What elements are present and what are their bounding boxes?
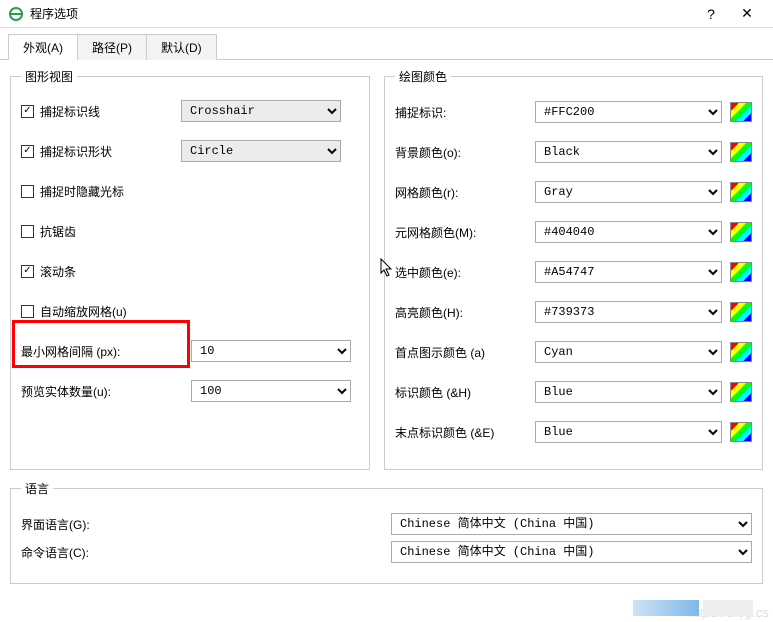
app-icon bbox=[8, 6, 24, 22]
close-button[interactable]: ✕ bbox=[729, 5, 765, 22]
end-marker-color-label: 末点标识颜色 (&E) bbox=[395, 424, 535, 441]
highlight-color-select[interactable]: #739373 bbox=[535, 301, 722, 323]
scrollbar-checkbox[interactable] bbox=[21, 265, 34, 278]
tab-defaults[interactable]: 默认(D) bbox=[146, 34, 217, 60]
grid-color-swatch[interactable] bbox=[730, 182, 752, 202]
snap-marker-label: 捕捉标识: bbox=[395, 104, 535, 121]
snap-marker-select[interactable]: #FFC200 bbox=[535, 101, 722, 123]
marker-color-label: 标识颜色 (&H) bbox=[395, 384, 535, 401]
end-marker-color-select[interactable]: Blue bbox=[535, 421, 722, 443]
bottom-bar bbox=[633, 600, 753, 616]
meta-grid-color-swatch[interactable] bbox=[730, 222, 752, 242]
graphics-view-group: 图形视图 捕捉标识线 Crosshair 捕捉标识形状 Circle 捕捉时隐藏… bbox=[10, 68, 370, 470]
ui-language-label: 界面语言(G): bbox=[21, 516, 391, 533]
autoscale-grid-label: 自动缩放网格(u) bbox=[40, 303, 127, 320]
snap-marker-swatch[interactable] bbox=[730, 102, 752, 122]
cmd-language-label: 命令语言(C): bbox=[21, 544, 391, 561]
draw-colors-legend: 绘图颜色 bbox=[395, 68, 451, 85]
bg-color-label: 背景颜色(o): bbox=[395, 144, 535, 161]
start-point-color-select[interactable]: Cyan bbox=[535, 341, 722, 363]
grid-color-label: 网格颜色(r): bbox=[395, 184, 535, 201]
antialias-label: 抗锯齿 bbox=[40, 223, 76, 240]
tab-bar: 外观(A) 路径(P) 默认(D) bbox=[8, 34, 773, 60]
scrollbar-label: 滚动条 bbox=[40, 263, 76, 280]
cursor-icon bbox=[380, 258, 396, 278]
bg-color-select[interactable]: Black bbox=[535, 141, 722, 163]
tab-paths[interactable]: 路径(P) bbox=[77, 34, 147, 60]
start-point-color-label: 首点图示颜色 (a) bbox=[395, 344, 535, 361]
help-button[interactable]: ? bbox=[693, 6, 729, 22]
meta-grid-color-select[interactable]: #404040 bbox=[535, 221, 722, 243]
selected-color-swatch[interactable] bbox=[730, 262, 752, 282]
cmd-language-select[interactable]: Chinese 简体中文 (China 中国) bbox=[391, 541, 752, 563]
window-title: 程序选项 bbox=[30, 5, 693, 22]
language-group: 语言 界面语言(G): Chinese 简体中文 (China 中国) 命令语言… bbox=[10, 480, 763, 584]
preview-count-label: 预览实体数量(u): bbox=[21, 383, 191, 400]
tab-appearance[interactable]: 外观(A) bbox=[8, 34, 78, 60]
end-marker-color-swatch[interactable] bbox=[730, 422, 752, 442]
snap-shape-select[interactable]: Circle bbox=[181, 140, 341, 162]
preview-count-select[interactable]: 100 bbox=[191, 380, 351, 402]
antialias-checkbox[interactable] bbox=[21, 225, 34, 238]
snap-shape-checkbox[interactable] bbox=[21, 145, 34, 158]
autoscale-grid-checkbox[interactable] bbox=[21, 305, 34, 318]
marker-color-select[interactable]: Blue bbox=[535, 381, 722, 403]
selected-color-label: 选中颜色(e): bbox=[395, 264, 535, 281]
hide-cursor-checkbox[interactable] bbox=[21, 185, 34, 198]
grid-color-select[interactable]: Gray bbox=[535, 181, 722, 203]
graphics-view-legend: 图形视图 bbox=[21, 68, 77, 85]
hide-cursor-label: 捕捉时隐藏光标 bbox=[40, 183, 124, 200]
snap-line-label: 捕捉标识线 bbox=[40, 103, 100, 120]
language-legend: 语言 bbox=[21, 480, 53, 497]
min-grid-select[interactable]: 10 bbox=[191, 340, 351, 362]
highlight-color-swatch[interactable] bbox=[730, 302, 752, 322]
snap-line-select[interactable]: Crosshair bbox=[181, 100, 341, 122]
bg-color-swatch[interactable] bbox=[730, 142, 752, 162]
highlight-color-label: 高亮颜色(H): bbox=[395, 304, 535, 321]
draw-colors-group: 绘图颜色 捕捉标识:#FFC200 背景颜色(o):Black 网格颜色(r):… bbox=[384, 68, 763, 470]
meta-grid-color-label: 元网格颜色(M): bbox=[395, 224, 535, 241]
marker-color-swatch[interactable] bbox=[730, 382, 752, 402]
min-grid-label: 最小网格间隔 (px): bbox=[21, 343, 191, 360]
snap-shape-label: 捕捉标识形状 bbox=[40, 143, 112, 160]
ui-language-select[interactable]: Chinese 简体中文 (China 中国) bbox=[391, 513, 752, 535]
snap-line-checkbox[interactable] bbox=[21, 105, 34, 118]
start-point-color-swatch[interactable] bbox=[730, 342, 752, 362]
selected-color-select[interactable]: #A54747 bbox=[535, 261, 722, 283]
